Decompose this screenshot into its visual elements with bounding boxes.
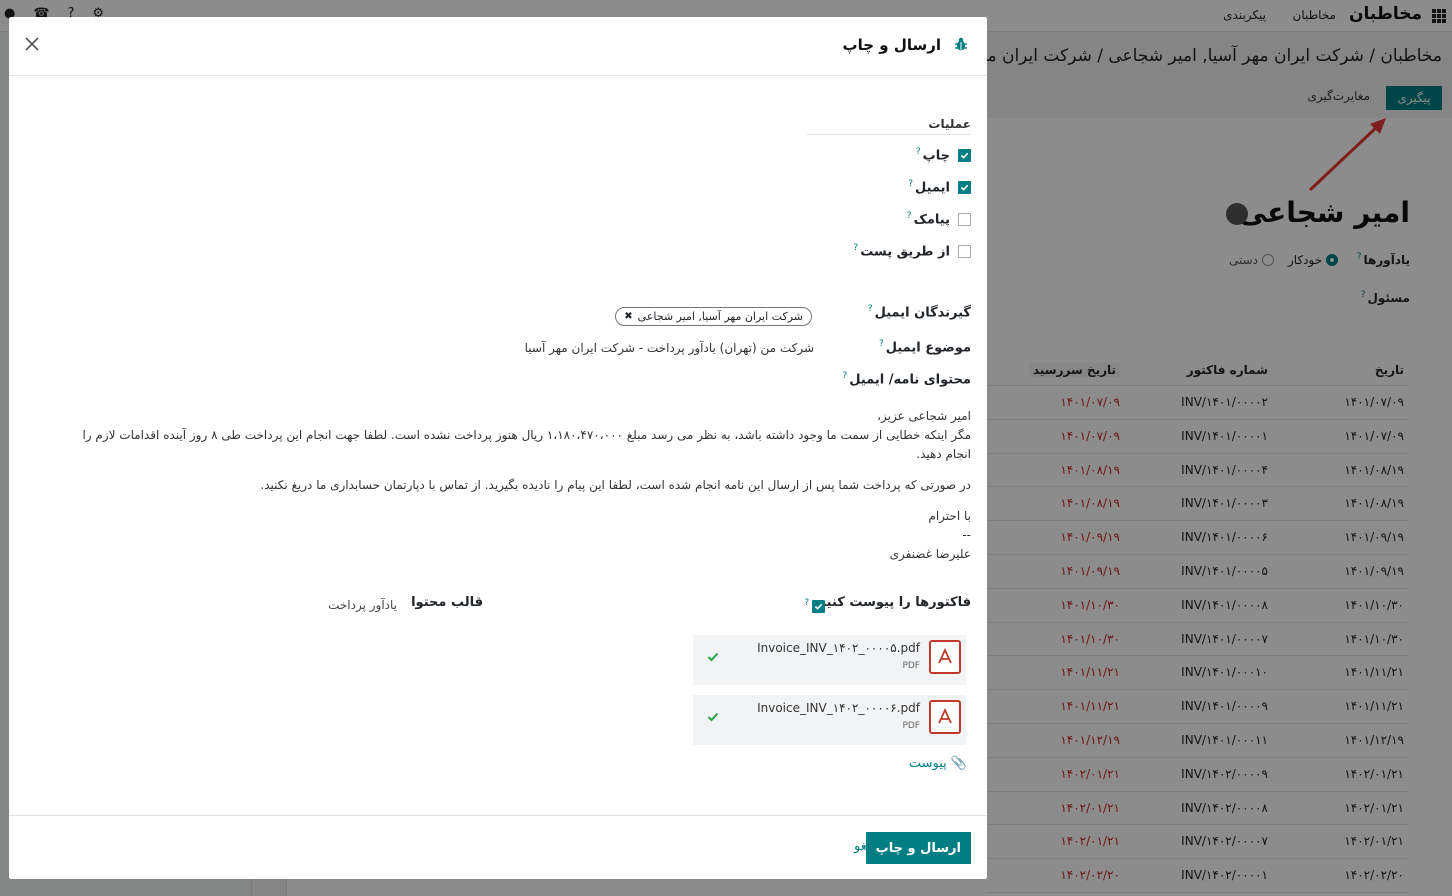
attachment-name: Invoice_INV_۱۴۰۲_۰۰۰۰۵.pdf: [757, 641, 920, 655]
subject-field[interactable]: شرکت من (تهران) یادآور پرداخت - شرکت ایر…: [525, 341, 814, 355]
option-label: از طریق پست?: [853, 242, 950, 260]
recipient-tag[interactable]: شرکت ایران مهر آسیا, امیر شجاعی ✖: [615, 307, 812, 326]
option-3[interactable]: از طریق پست?: [853, 241, 971, 261]
dialog-title: ارسال و چاپ: [842, 36, 941, 54]
remove-tag-icon[interactable]: ✖: [624, 311, 632, 322]
attach-invoices-checkbox[interactable]: [812, 600, 825, 613]
send-print-button[interactable]: ارسال و چاپ: [865, 832, 971, 864]
body-signature: علیرضا غضنفری: [889, 547, 971, 561]
recipient-tag-label: شرکت ایران مهر آسیا, امیر شجاعی: [637, 310, 803, 323]
attachment-card[interactable]: Invoice_INV_۱۴۰۲_۰۰۰۰۵.pdf PDF: [693, 635, 966, 685]
option-checkbox[interactable]: [958, 148, 971, 162]
attachment-type: PDF: [902, 661, 920, 671]
cancel-button[interactable]: لغو: [854, 839, 871, 854]
option-label: پیامک?: [906, 210, 950, 228]
template-field[interactable]: یادآور پرداخت: [328, 598, 397, 612]
send-print-dialog: ارسال و چاپ عملیات چاپ? ایمیل? پیامک? از طر…: [9, 17, 987, 879]
option-1[interactable]: ایمیل?: [908, 177, 971, 197]
option-checkbox[interactable]: [958, 244, 971, 258]
attach-invoices-label: فاکتورها را پیوست کنید?: [804, 595, 971, 610]
body-regards: با احترام: [928, 509, 971, 523]
pdf-file-icon: [929, 640, 961, 674]
bug-icon[interactable]: [953, 36, 969, 52]
actions-section-title: عملیات: [807, 117, 971, 135]
check-icon: [707, 712, 719, 722]
option-label: چاپ?: [915, 146, 950, 164]
recipients-label: گیرندگان ایمیل?: [867, 304, 971, 321]
attachment-name: Invoice_INV_۱۴۰۲_۰۰۰۰۶.pdf: [757, 701, 920, 715]
option-checkbox[interactable]: [958, 212, 971, 226]
body-line-1: مگر اینکه خطایی از سمت ما وجود داشته باش…: [82, 428, 971, 442]
close-icon[interactable]: [23, 35, 41, 53]
option-2[interactable]: پیامک?: [907, 209, 971, 229]
attach-file-link[interactable]: 📎 پیوست: [909, 756, 967, 771]
body-label: محتوای نامه/ ایمیل?: [842, 371, 972, 388]
option-label: ایمیل?: [908, 178, 950, 196]
option-checkbox[interactable]: [958, 180, 971, 194]
email-body-editor[interactable]: امیر شجاعی عزیز، مگر اینکه خطایی از سمت …: [31, 407, 971, 564]
body-dashes: --: [962, 528, 971, 542]
attachment-type: PDF: [902, 721, 920, 731]
subject-label: موضوع ایمیل?: [878, 339, 971, 356]
body-greeting: امیر شجاعی عزیز،: [877, 409, 971, 423]
attachment-card[interactable]: Invoice_INV_۱۴۰۲_۰۰۰۰۶.pdf PDF: [693, 695, 966, 745]
body-line-3: در صورتی که پرداخت شما پس از ارسال این ن…: [260, 478, 971, 492]
paperclip-icon: 📎: [950, 756, 967, 771]
pdf-file-icon: [929, 700, 961, 734]
option-0[interactable]: چاپ?: [916, 145, 971, 165]
dialog-footer: ارسال و چاپ لغو: [9, 815, 987, 879]
body-line-2: انجام دهید.: [916, 447, 971, 461]
template-label: قالب محتوا: [411, 595, 483, 610]
check-icon: [707, 652, 719, 662]
dialog-header: ارسال و چاپ: [9, 17, 987, 76]
